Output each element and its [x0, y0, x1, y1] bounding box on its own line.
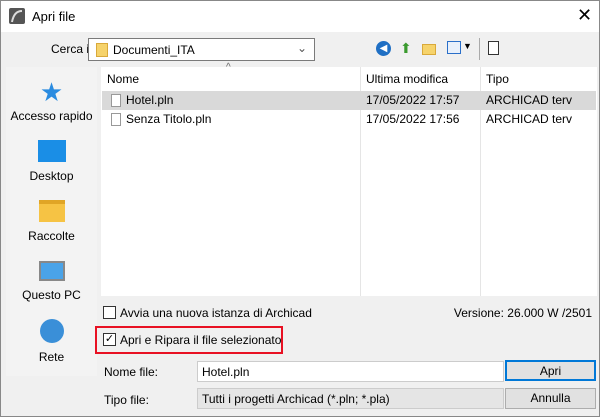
column-header-type[interactable]: Tipo [486, 72, 509, 86]
column-header-modified[interactable]: Ultima modifica [366, 72, 448, 86]
version-text: Versione: 26.000 W /2501 [453, 306, 592, 320]
look-in-value: Documenti_ITA [113, 43, 195, 57]
look-in-dropdown[interactable]: Documenti_ITA ⌄ [88, 38, 315, 61]
folder-icon [96, 43, 108, 57]
chevron-down-icon: ⌄ [297, 41, 308, 55]
new-instance-checkbox[interactable] [103, 306, 116, 319]
sidebar-item-label: Rete [38, 350, 65, 364]
filetype-label: Tipo file: [104, 393, 149, 407]
window-title: Apri file [32, 9, 76, 24]
sidebar-item-network[interactable]: Rete [6, 317, 97, 364]
filetype-dropdown[interactable]: Tutti i progetti Archicad (*.pln; *.pla) [197, 388, 504, 409]
filename-value: Hotel.pln [202, 365, 250, 379]
preview-icon[interactable] [488, 41, 499, 55]
new-folder-icon[interactable] [422, 44, 436, 55]
toolbar-divider [479, 38, 480, 60]
sort-ascending-icon: ^ [226, 62, 231, 73]
view-dropdown-arrow-icon[interactable]: ▼ [463, 41, 472, 51]
file-name: Senza Titolo.pln [126, 112, 212, 126]
file-type: ARCHICAD terv [486, 112, 573, 126]
filetype-value: Tutti i progetti Archicad (*.pln; *.pla) [202, 392, 390, 406]
cancel-button[interactable]: Annulla [505, 388, 596, 409]
file-row[interactable]: Senza Titolo.pln 17/05/2022 17:56 ARCHIC… [102, 110, 596, 129]
sidebar-item-quick-access[interactable]: ★ Accesso rapido [6, 79, 97, 123]
sidebar-item-libraries[interactable]: Raccolte [6, 198, 97, 243]
file-modified: 17/05/2022 17:57 [366, 93, 460, 107]
computer-icon [38, 261, 65, 281]
sidebar-item-label: Desktop [29, 169, 74, 183]
file-list: ^ Nome Ultima modifica Tipo Hotel.pln 17… [101, 62, 597, 296]
file-type: ARCHICAD terv [486, 93, 573, 107]
libraries-icon [38, 200, 65, 222]
column-header-name[interactable]: Nome [107, 72, 139, 86]
filename-input[interactable]: Hotel.pln [197, 361, 504, 382]
title-bar: Apri file ✕ [1, 1, 599, 32]
file-row[interactable]: Hotel.pln 17/05/2022 17:57 ARCHICAD terv [102, 91, 596, 110]
sidebar-item-label: Accesso rapido [10, 109, 93, 123]
open-button[interactable]: Apri [505, 360, 596, 381]
close-icon[interactable]: ✕ [577, 5, 592, 26]
places-sidebar: ★ Accesso rapido Desktop Raccolte Questo … [6, 67, 97, 376]
back-icon[interactable]: ◀ [376, 41, 391, 56]
up-folder-icon[interactable]: ⬆ [400, 40, 412, 57]
archicad-logo-icon [9, 8, 25, 24]
repair-checkbox[interactable]: ✓ [103, 333, 116, 346]
network-icon [39, 319, 64, 343]
new-instance-label: Avvia una nuova istanza di Archicad [120, 306, 312, 320]
desktop-icon [37, 140, 66, 162]
filename-label: Nome file: [104, 365, 159, 379]
star-icon: ★ [39, 77, 64, 107]
view-menu-icon[interactable] [447, 41, 461, 54]
sidebar-item-label: Raccolte [28, 229, 75, 243]
open-file-dialog: Apri file ✕ Cerca in: Documenti_ITA ⌄ ◀ … [0, 0, 600, 417]
sidebar-item-label: Questo PC [22, 288, 81, 302]
sidebar-item-desktop[interactable]: Desktop [6, 138, 97, 183]
file-name: Hotel.pln [126, 93, 174, 107]
file-modified: 17/05/2022 17:56 [366, 112, 460, 126]
pln-file-icon [111, 94, 121, 107]
sidebar-item-this-pc[interactable]: Questo PC [6, 257, 97, 302]
pln-file-icon [111, 113, 121, 126]
repair-label: Apri e Ripara il file selezionato [120, 333, 282, 347]
